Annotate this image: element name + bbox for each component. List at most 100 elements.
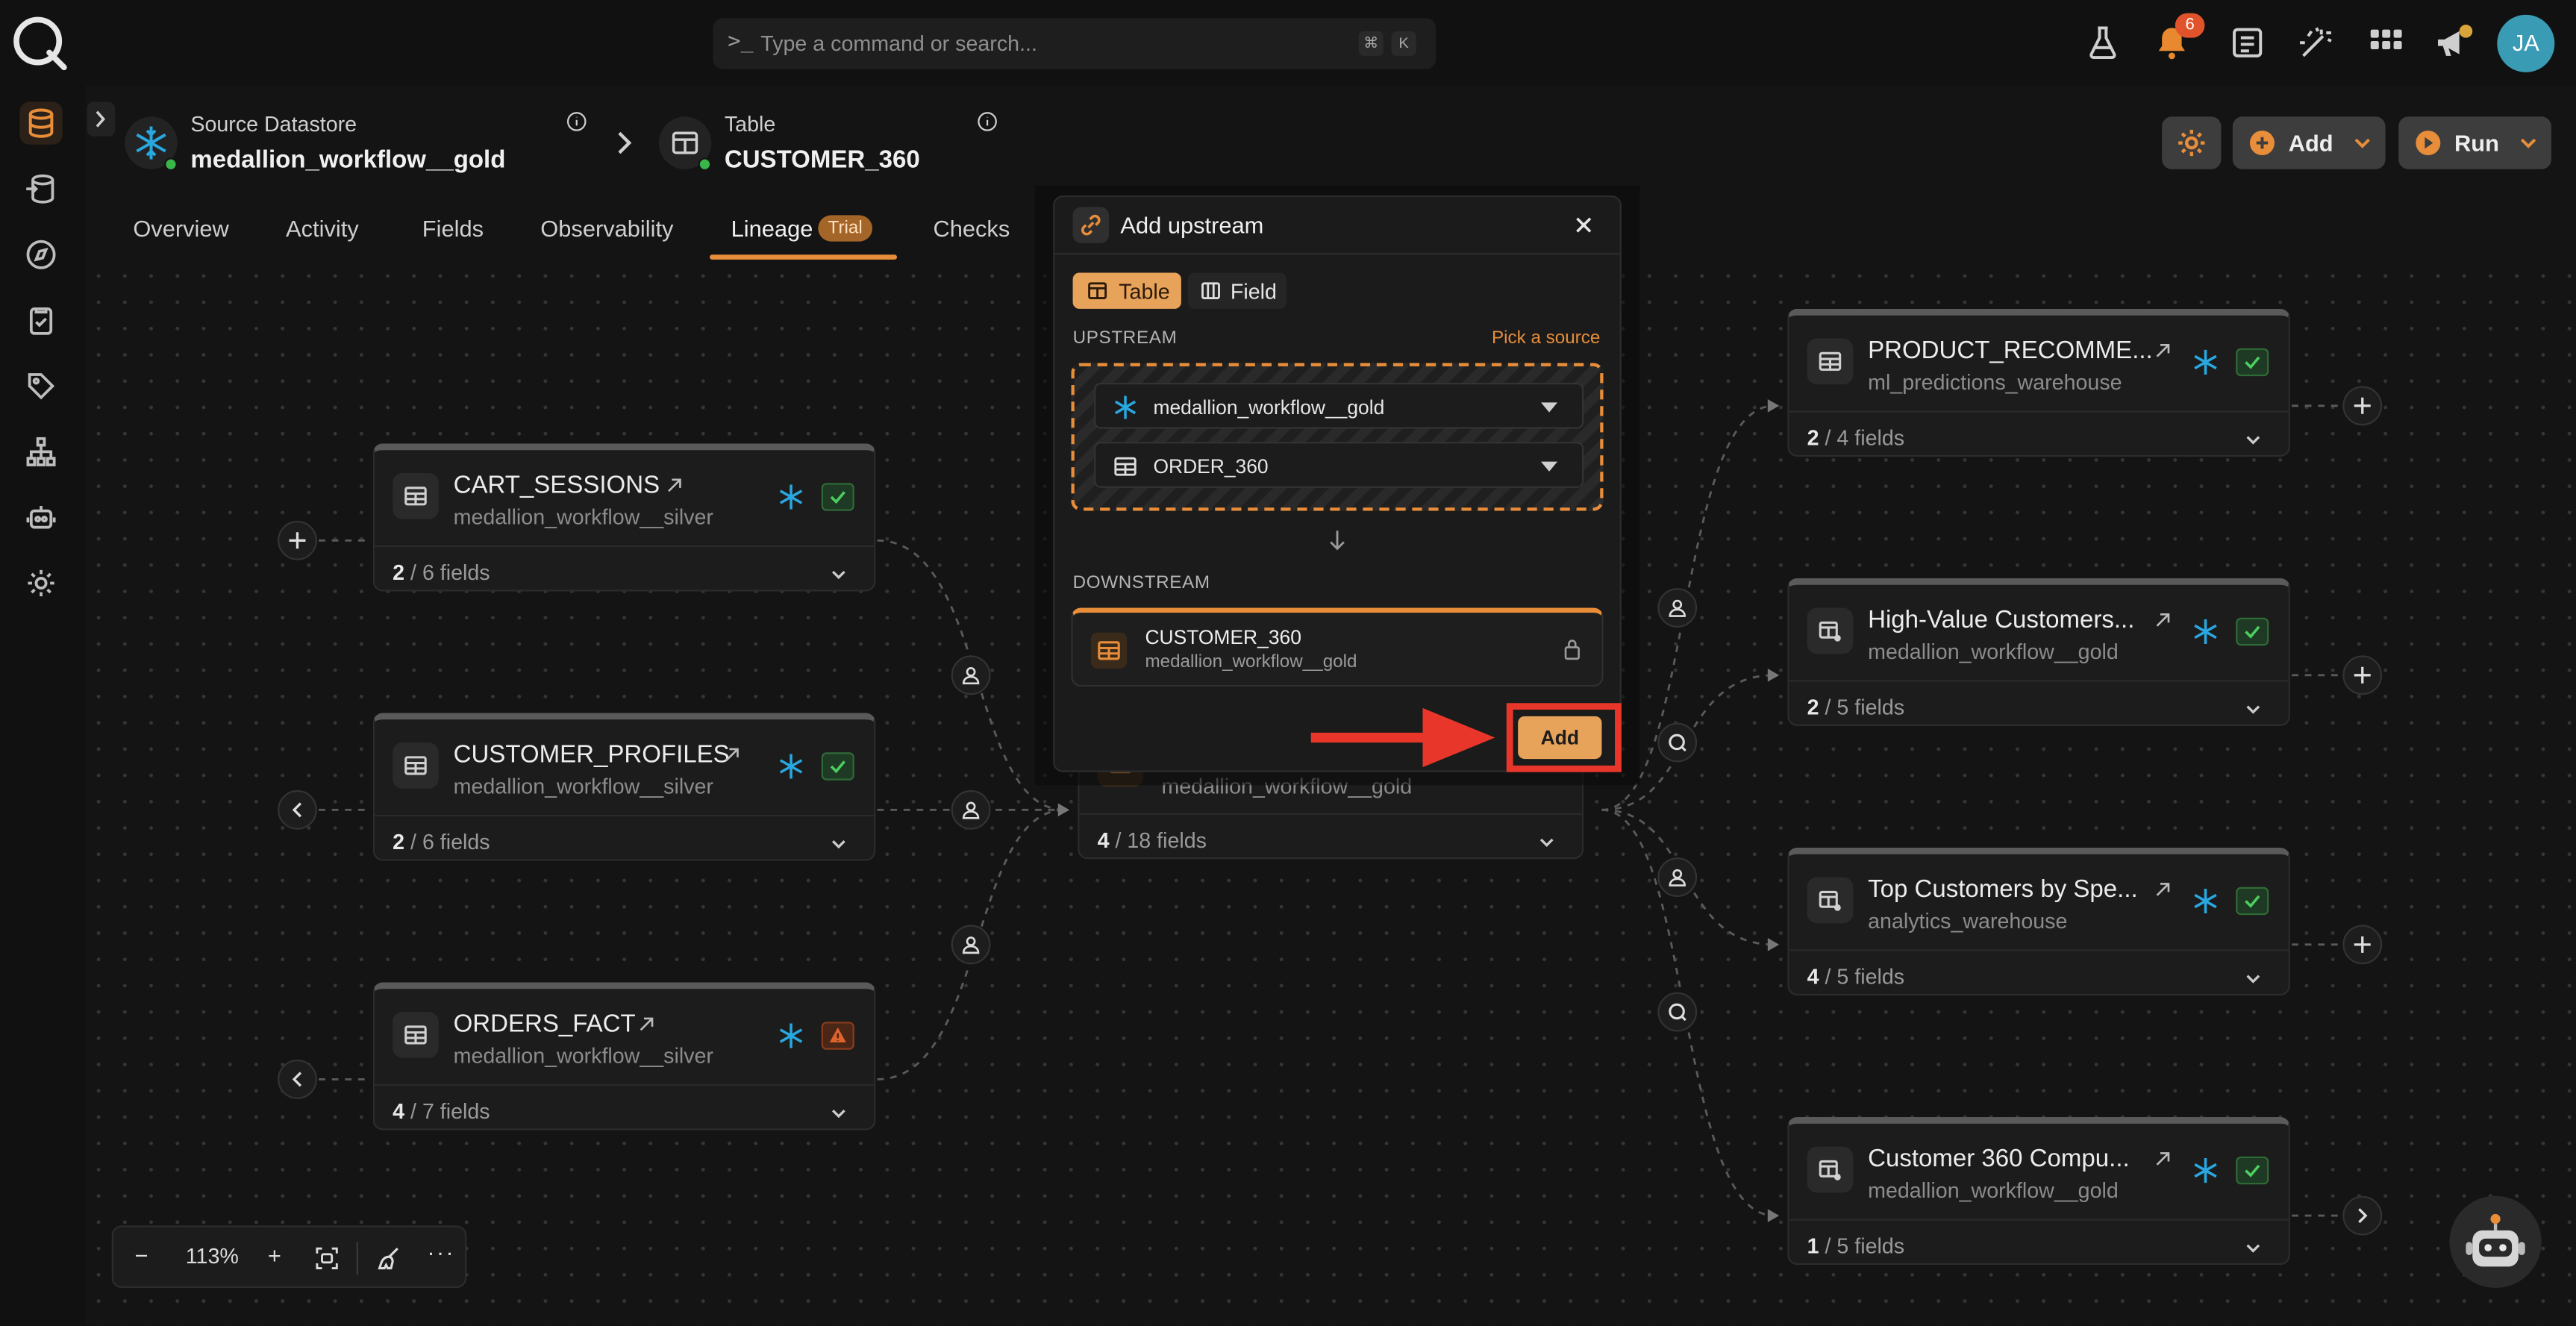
user-edge-icon[interactable] — [951, 925, 991, 965]
system-edge-icon[interactable] — [1657, 722, 1698, 763]
external-link-icon[interactable] — [637, 1016, 655, 1033]
node-title: CUSTOMER_PROFILES — [453, 740, 730, 769]
chevron-down-icon[interactable] — [2244, 700, 2262, 718]
table-icon — [1088, 282, 1107, 300]
status-ok-badge — [2236, 886, 2269, 916]
node-title: Customer 360 Compu... — [1868, 1145, 2130, 1173]
node-title: Top Customers by Spe... — [1868, 875, 2138, 904]
node-field-count: 4 / 7 fields — [393, 1098, 490, 1124]
zoom-out-button[interactable]: − — [135, 1242, 149, 1268]
downstream-target-card: CUSTOMER_360 medallion_workflow__gold — [1071, 607, 1604, 687]
broom-icon[interactable] — [376, 1245, 402, 1272]
status-ok-badge — [2236, 348, 2269, 377]
status-ok-badge — [2236, 1156, 2269, 1185]
system-edge-icon[interactable] — [1657, 992, 1698, 1032]
expand-downstream-button[interactable] — [2342, 655, 2383, 695]
fit-view-icon[interactable] — [313, 1245, 340, 1272]
zoom-toolbar: − 113% + ··· — [111, 1225, 467, 1288]
plus-icon — [289, 532, 306, 549]
external-link-icon[interactable] — [2154, 881, 2172, 898]
node-field-count: 4 / 18 fields — [1097, 828, 1207, 853]
node-title: ORDERS_FACT — [453, 1010, 636, 1039]
table-icon — [1807, 338, 1854, 385]
close-icon[interactable] — [1572, 213, 1595, 237]
chevron-down-icon[interactable] — [830, 565, 848, 583]
user-edge-icon[interactable] — [951, 789, 991, 830]
node-field-count: 2 / 4 fields — [1807, 425, 1905, 451]
lineage-node-top-customers[interactable]: Top Customers by Spe... analytics_wareho… — [1787, 847, 2290, 996]
external-link-icon[interactable] — [723, 745, 741, 763]
node-datastore: medallion_workflow__silver — [453, 1042, 713, 1068]
collapse-upstream-button[interactable] — [278, 1059, 317, 1099]
lineage-node-customer-profiles[interactable]: CUSTOMER_PROFILES medallion_workflow__si… — [372, 713, 876, 861]
expand-downstream-button[interactable] — [2342, 386, 2383, 426]
computed-table-icon — [1807, 1146, 1854, 1193]
dialog-header: Add upstream — [1054, 197, 1620, 255]
chevron-right-icon — [2358, 1208, 2368, 1224]
chevron-down-icon[interactable] — [2244, 431, 2262, 448]
user-edge-icon[interactable] — [951, 655, 991, 695]
node-datastore: medallion_workflow__silver — [453, 504, 713, 529]
upstream-table-select[interactable]: ORDER_360 — [1094, 442, 1584, 488]
lineage-node-high-value-customers[interactable]: High-Value Customers... medallion_workfl… — [1787, 578, 2290, 727]
external-link-icon[interactable] — [2154, 1150, 2172, 1168]
node-field-count: 2 / 5 fields — [1807, 695, 1905, 720]
lineage-node-customer-360-computed[interactable]: Customer 360 Compu... medallion_workflow… — [1787, 1117, 2290, 1266]
status-warning-badge — [821, 1022, 854, 1050]
segment-table-button[interactable]: Table — [1072, 272, 1181, 309]
node-datastore: medallion_workflow__silver — [453, 773, 713, 798]
status-ok-badge — [821, 752, 854, 781]
chevron-down-icon[interactable] — [830, 1104, 848, 1122]
node-field-count: 4 / 5 fields — [1807, 964, 1905, 989]
chevron-left-icon — [292, 1072, 302, 1087]
arrow-down-icon — [1330, 531, 1345, 551]
toolbar-divider — [356, 1242, 358, 1275]
more-options-button[interactable]: ··· — [427, 1239, 454, 1265]
status-ok-badge — [821, 483, 854, 511]
snowflake-icon — [2194, 889, 2217, 914]
node-datastore: analytics_warehouse — [1868, 908, 2068, 933]
downstream-section-label: DOWNSTREAM — [1072, 573, 1210, 593]
computed-table-icon — [1807, 877, 1854, 924]
lineage-node-orders-fact[interactable]: ORDERS_FACT medallion_workflow__silver 4… — [372, 982, 876, 1130]
collapse-upstream-button[interactable] — [278, 789, 317, 830]
lock-icon — [1564, 639, 1580, 660]
plus-icon — [2354, 936, 2371, 953]
chevron-down-icon[interactable] — [2244, 1239, 2262, 1257]
robot-icon — [2466, 1213, 2525, 1267]
upstream-datastore-select[interactable]: medallion_workflow__gold — [1094, 382, 1584, 429]
chevron-down-icon[interactable] — [1538, 833, 1556, 851]
snowflake-icon — [2194, 619, 2217, 644]
status-ok-badge — [2236, 617, 2269, 646]
external-link-icon[interactable] — [2154, 342, 2172, 360]
user-edge-icon[interactable] — [1657, 588, 1698, 628]
collapse-downstream-button[interactable] — [2342, 1195, 2383, 1236]
expand-downstream-button[interactable] — [2342, 925, 2383, 965]
node-datastore: medallion_workflow__gold — [1868, 639, 2119, 664]
segment-field-button[interactable]: Field — [1187, 272, 1287, 309]
expand-upstream-button[interactable] — [278, 520, 317, 560]
zoom-in-button[interactable]: + — [268, 1242, 281, 1268]
table-icon — [393, 1012, 439, 1058]
lineage-node-cart-sessions[interactable]: CART_SESSIONS medallion_workflow__silver… — [372, 443, 876, 592]
external-link-icon[interactable] — [2154, 611, 2172, 629]
zoom-level: 113% — [185, 1243, 239, 1269]
table-icon — [1090, 632, 1128, 669]
dialog-add-button[interactable]: Add — [1518, 716, 1602, 760]
snowflake-icon — [779, 1023, 803, 1048]
add-upstream-dialog: Add upstream Table Field UPSTREAM Pick a… — [1053, 195, 1622, 772]
node-field-count: 2 / 6 fields — [393, 829, 490, 854]
snowflake-icon — [2194, 349, 2217, 375]
chevron-down-icon[interactable] — [2244, 969, 2262, 987]
chevron-down-icon[interactable] — [830, 834, 848, 852]
lineage-node-product-recommendations[interactable]: PRODUCT_RECOMME... ml_predictions_wareho… — [1787, 308, 2290, 457]
annotation-arrow-icon — [1310, 707, 1495, 768]
table-icon — [393, 473, 439, 519]
user-edge-icon[interactable] — [1657, 857, 1698, 898]
assistant-bot-button[interactable] — [2449, 1195, 2542, 1288]
plus-icon — [2354, 666, 2371, 684]
node-datastore: ml_predictions_warehouse — [1868, 369, 2122, 395]
snowflake-icon — [779, 754, 803, 779]
external-link-icon[interactable] — [666, 476, 684, 494]
node-field-count: 2 / 6 fields — [393, 560, 490, 585]
